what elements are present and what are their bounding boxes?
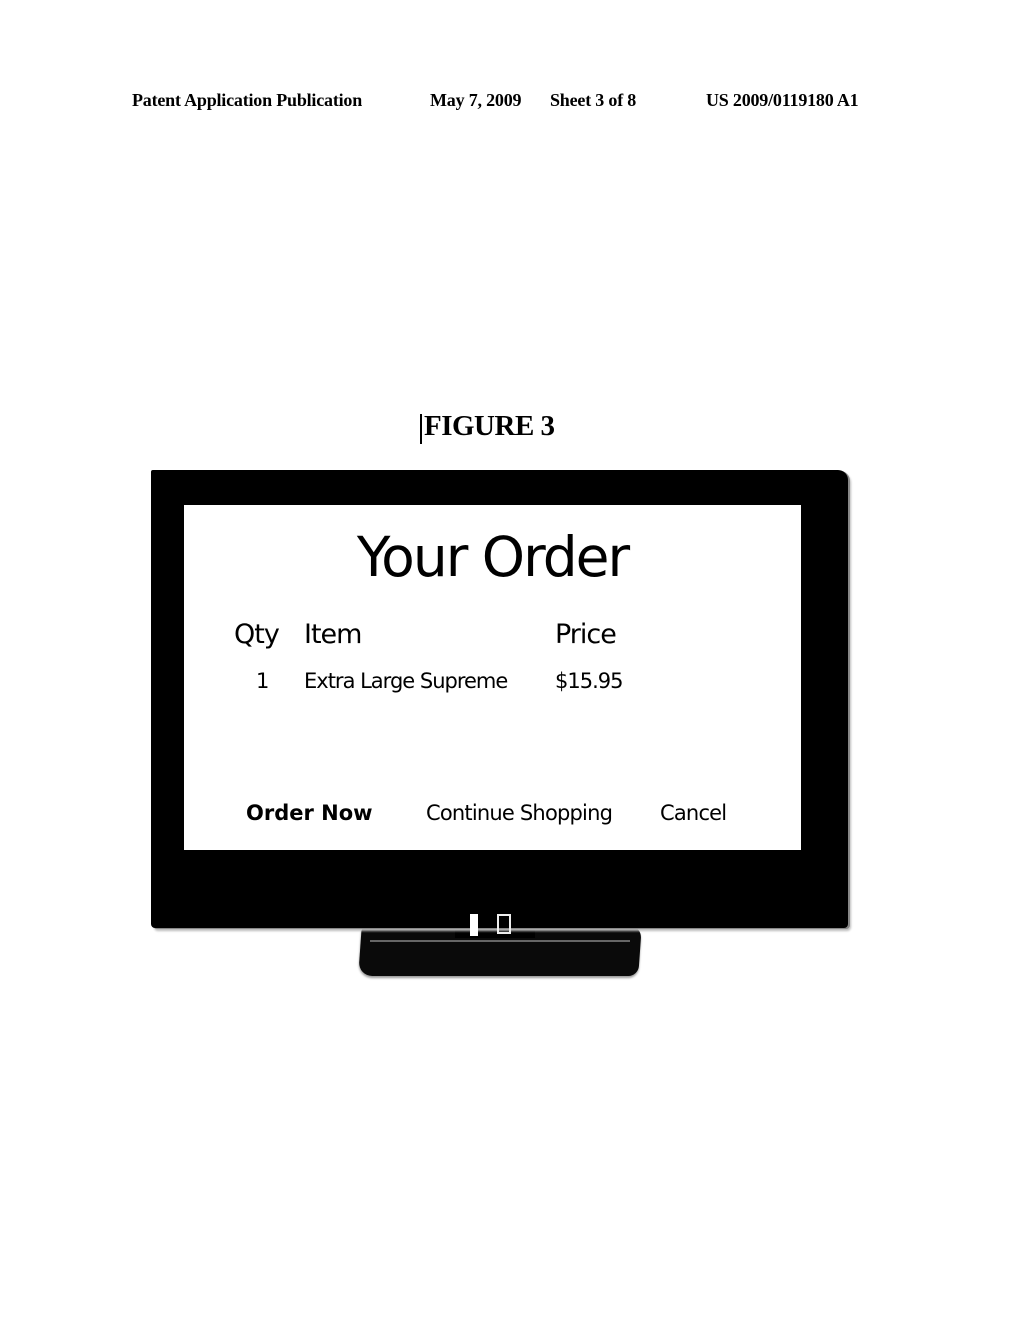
figure-label: FIGURE 3 [424,410,555,442]
continue-shopping-button[interactable]: Continue Shopping [426,801,613,825]
patent-number: US 2009/0119180 A1 [706,90,859,110]
header-price: Price [555,619,617,650]
cancel-button[interactable]: Cancel [660,801,727,825]
publication-date: May 7, 2009 [430,90,522,110]
row-qty: 1 [256,669,269,693]
monitor-stand-edge [370,940,630,942]
order-screen: Your Order Qty Item Price 1 Extra Large … [184,505,801,850]
row-item: Extra Large Supreme [304,669,508,693]
order-title: Your Order [356,525,630,589]
monitor-indicator-light [470,914,478,936]
monitor-sensor [497,914,511,934]
row-price: $15.95 [555,669,623,693]
header-item: Item [304,619,362,650]
text-cursor-mark [420,414,422,444]
publication-type: Patent Application Publication [132,90,363,110]
header-qty: Qty [234,619,280,650]
sheet-number: Sheet 3 of 8 [550,90,637,110]
order-now-button[interactable]: Order Now [246,801,373,825]
